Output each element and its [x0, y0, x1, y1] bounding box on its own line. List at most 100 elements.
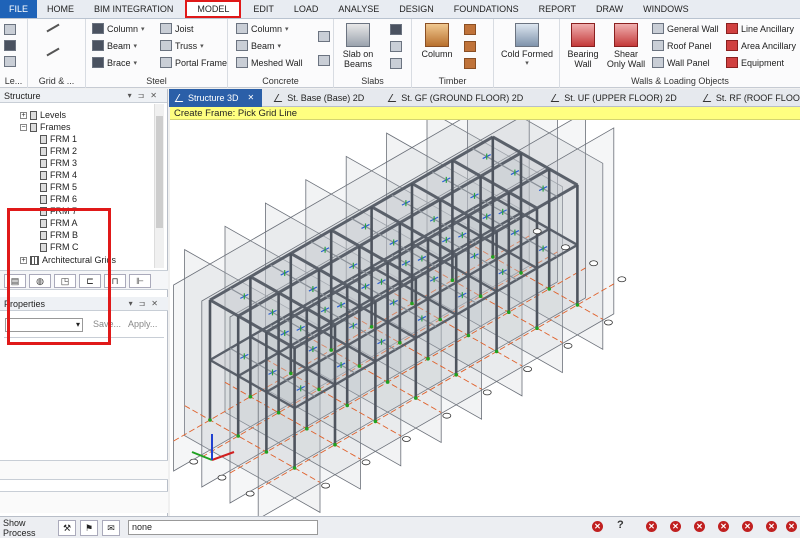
- slab-tool-2-button[interactable]: [390, 41, 402, 52]
- group-label-grid: Grid & ...: [38, 76, 75, 86]
- wall-panel-button[interactable]: Wall Panel: [652, 57, 710, 68]
- tab-bim-integration[interactable]: BIM INTEGRATION: [84, 0, 183, 18]
- error-icon[interactable]: ✕: [646, 521, 657, 532]
- error-icon[interactable]: ✕: [670, 521, 681, 532]
- doc-tab-st-gf[interactable]: St. GF (GROUND FLOOR) 2D: [382, 89, 531, 107]
- frame-icon: [40, 134, 47, 144]
- tab-design[interactable]: DESIGN: [389, 0, 444, 18]
- bearing-wall-button[interactable]: Bearing Wall: [564, 23, 602, 69]
- steel-portal-frame-button[interactable]: Portal Frame: [160, 57, 227, 68]
- collapse-icon[interactable]: −: [20, 123, 27, 131]
- timber-joist-button[interactable]: [464, 58, 476, 69]
- mail-icon[interactable]: ✉: [102, 519, 120, 536]
- help-icon[interactable]: ?: [617, 519, 624, 531]
- grid-line-button[interactable]: [46, 23, 60, 33]
- panel-pin-close-icons[interactable]: ▾⊐✕: [129, 297, 164, 311]
- slab-tool-3-button[interactable]: [390, 58, 402, 69]
- error-icon[interactable]: ✕: [786, 521, 797, 532]
- tree-node-frames[interactable]: − Frames: [20, 122, 71, 132]
- steel-column-button[interactable]: Column ▾: [92, 23, 145, 34]
- tab-model[interactable]: MODEL: [185, 0, 242, 18]
- tab-load[interactable]: LOAD: [284, 0, 329, 18]
- grid-arc-button[interactable]: [46, 47, 60, 57]
- cold-formed-button[interactable]: Cold Formed ▾: [498, 23, 556, 69]
- structure-3d-model[interactable]: [170, 120, 800, 516]
- concrete-meshed-wall-button[interactable]: Meshed Wall: [236, 57, 303, 68]
- slab-on-beams-button[interactable]: Slab on Beams: [338, 23, 378, 69]
- line-ancillary-button[interactable]: Line Ancillary: [726, 23, 794, 34]
- concrete-beam-button[interactable]: Beam ▾: [236, 40, 281, 51]
- steel-beam-button[interactable]: Beam ▾: [92, 40, 137, 51]
- grid-bubble: [563, 342, 573, 349]
- panel-pin-close-icons[interactable]: ▾⊐✕: [128, 89, 163, 103]
- doc-tab-structure-3d[interactable]: Structure 3D ✕: [169, 89, 263, 107]
- levels-button[interactable]: [4, 24, 16, 35]
- concrete-extra2-button[interactable]: [318, 55, 330, 66]
- error-icon[interactable]: ✕: [742, 521, 753, 532]
- timber-column-button[interactable]: Column: [420, 23, 454, 59]
- error-icon[interactable]: ✕: [694, 521, 705, 532]
- expand-icon[interactable]: +: [20, 111, 27, 119]
- grid-bubble: [617, 276, 627, 283]
- error-icon[interactable]: ✕: [766, 521, 777, 532]
- steel-joist-button[interactable]: Joist: [160, 23, 194, 34]
- general-wall-button[interactable]: General Wall: [652, 23, 719, 34]
- frames-button[interactable]: [4, 40, 16, 51]
- bearing-wall-label-2: Wall: [574, 59, 592, 69]
- close-icon[interactable]: ✕: [248, 89, 255, 107]
- steel-brace-button[interactable]: Brace ▾: [92, 57, 137, 68]
- steel-truss-button[interactable]: Truss ▾: [160, 40, 204, 51]
- tree-item-frm-5[interactable]: FRM 5: [40, 182, 77, 192]
- concrete-extra-button[interactable]: [318, 31, 330, 42]
- tree-item-frm-1[interactable]: FRM 1: [40, 134, 77, 144]
- timber-brace-icon: [464, 41, 476, 52]
- tree-item-label: FRM 3: [50, 158, 77, 168]
- group-grid: Grid & ...: [28, 19, 86, 88]
- tab-edit[interactable]: EDIT: [243, 0, 284, 18]
- tab-report[interactable]: REPORT: [529, 0, 586, 18]
- bearing-wall-icon: [571, 23, 595, 47]
- area-ancillary-icon: [726, 40, 738, 51]
- timber-brace-button[interactable]: [464, 41, 476, 52]
- support-node: [454, 373, 459, 377]
- beam-icon: [236, 40, 248, 51]
- tree-item-frm-6[interactable]: FRM 6: [40, 194, 77, 204]
- doc-tab-st-uf[interactable]: St. UF (UPPER FLOOR) 2D: [545, 89, 685, 107]
- tree-scrollbar[interactable]: [154, 104, 164, 268]
- equipment-button[interactable]: Equipment: [726, 57, 784, 68]
- concrete-column-button[interactable]: Column ▾: [236, 23, 289, 34]
- roof-panel-button[interactable]: Roof Panel: [652, 40, 712, 51]
- tab-draw[interactable]: DRAW: [586, 0, 633, 18]
- tree-node-levels[interactable]: + Levels: [20, 110, 66, 120]
- tree-tool-filter-icon[interactable]: ⊩: [129, 274, 151, 288]
- roof-panel-icon: [652, 40, 664, 51]
- error-icon[interactable]: ✕: [718, 521, 729, 532]
- tab-windows[interactable]: WINDOWS: [633, 0, 699, 18]
- tree-item-frm-2[interactable]: FRM 2: [40, 146, 77, 156]
- shear-wall-label-2: Only Wall: [606, 59, 646, 69]
- tree-item-frm-3[interactable]: FRM 3: [40, 158, 77, 168]
- slab-span-icon: [390, 58, 402, 69]
- tree-item-frm-4[interactable]: FRM 4: [40, 170, 77, 180]
- shear-only-wall-button[interactable]: Shear Only Wall: [602, 23, 650, 69]
- doc-tab-st-base[interactable]: St. Base (Base) 2D: [268, 89, 372, 107]
- process-log-icon[interactable]: ⚑: [80, 519, 98, 536]
- tab-file[interactable]: FILE: [0, 0, 38, 18]
- viewport-3d[interactable]: [170, 120, 800, 516]
- process-view-icon[interactable]: ⚒: [58, 519, 76, 536]
- doc-tab-st-rf[interactable]: St. RF (ROOF FLOOR) 2D: [697, 89, 800, 107]
- tab-foundations[interactable]: FOUNDATIONS: [444, 0, 529, 18]
- timber-beam-button[interactable]: [464, 24, 476, 35]
- area-ancillary-button[interactable]: Area Ancillary: [726, 40, 796, 51]
- process-field[interactable]: none: [128, 520, 318, 535]
- cold-formed-label: Cold Formed: [500, 49, 554, 59]
- tab-analyse[interactable]: ANALYSE: [328, 0, 389, 18]
- error-icon[interactable]: ✕: [592, 521, 603, 532]
- level-settings-button[interactable]: [4, 56, 16, 67]
- tab-home[interactable]: HOME: [37, 0, 84, 18]
- support-node: [398, 341, 402, 345]
- properties-apply-button[interactable]: Apply...: [128, 319, 157, 329]
- tree-scrollbar-thumb[interactable]: [156, 116, 163, 228]
- roof-panel-label: Roof Panel: [667, 40, 712, 51]
- slab-tool-1-button[interactable]: [390, 24, 402, 35]
